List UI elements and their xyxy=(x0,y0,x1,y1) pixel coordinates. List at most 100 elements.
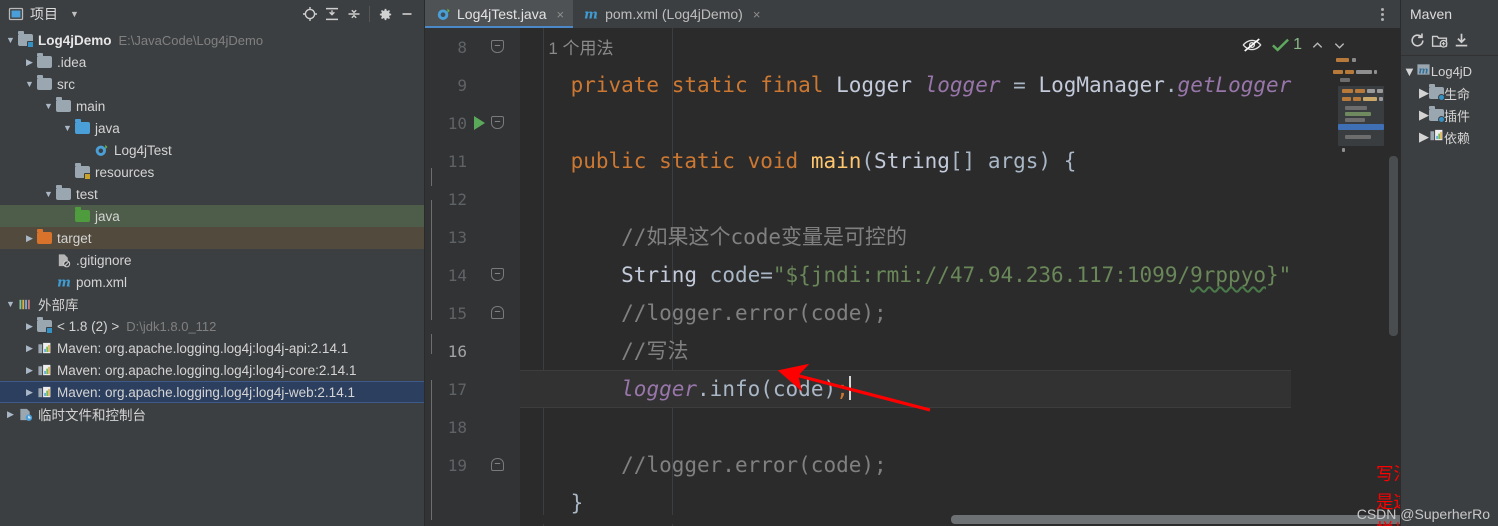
chevron-right-icon[interactable]: ▶ xyxy=(23,233,36,243)
tree-node[interactable]: ▼ main xyxy=(0,95,424,117)
tree-node[interactable]: ▶ .idea xyxy=(0,51,424,73)
code-editor[interactable]: 1 个用法 private static final Logger logger… xyxy=(520,28,1400,526)
folder-source-icon xyxy=(74,119,91,136)
chevron-down-icon[interactable]: ▼ xyxy=(1403,64,1416,79)
fold-marker-icon[interactable]: − xyxy=(491,306,505,320)
tree-node[interactable]: ▶ Maven: org.apache.logging.log4j:log4j-c… xyxy=(0,359,424,381)
close-icon[interactable]: × xyxy=(753,7,761,22)
tree-node[interactable]: m pom.xml xyxy=(0,271,424,293)
code-line-12: //如果这个code变量是可控的 xyxy=(621,225,908,249)
chevron-right-icon[interactable]: ▶ xyxy=(23,387,36,397)
vertical-scrollbar[interactable] xyxy=(1389,156,1398,336)
close-icon[interactable]: × xyxy=(557,7,565,22)
tree-node[interactable]: ▶ 临时文件和控制台 xyxy=(0,403,424,425)
chevron-down-icon[interactable]: ▼ xyxy=(61,123,74,133)
editor-gutter[interactable]: 8−9 10−11 12 13 14−15−16 17 18 19− xyxy=(425,28,520,526)
maven-tree-node[interactable]: ▼ m Log4jD xyxy=(1401,60,1498,82)
code-line-8: private static final Logger logger = Log… xyxy=(570,73,1292,97)
locate-icon[interactable] xyxy=(299,3,321,25)
tree-node[interactable]: java xyxy=(0,205,424,227)
library-icon xyxy=(36,384,53,400)
inspections-ok-badge[interactable]: 1 xyxy=(1271,36,1302,54)
minimize-icon[interactable] xyxy=(396,3,418,25)
chevron-right-icon[interactable]: ▶ xyxy=(4,409,17,419)
maven-tree-label: 插件 xyxy=(1444,108,1471,124)
editor-tab-log4jtest[interactable]: Log4jTest.java × xyxy=(425,0,574,28)
refresh-icon[interactable] xyxy=(1409,32,1426,52)
code-line-10: public static void main(String[] args) { xyxy=(570,149,1077,173)
chevron-right-icon[interactable]: ▶ xyxy=(23,365,36,375)
tree-node-label: .idea xyxy=(57,54,87,70)
maven-tree-node[interactable]: ▶ 依赖 xyxy=(1401,126,1498,148)
chevron-right-icon[interactable]: ▶ xyxy=(1419,85,1429,101)
chevron-right-icon[interactable]: ▶ xyxy=(1419,107,1429,123)
chevron-down-icon[interactable] xyxy=(1333,39,1346,52)
chevron-down-icon[interactable]: ▼ xyxy=(70,9,79,19)
tree-node[interactable]: .gitignore xyxy=(0,249,424,271)
fold-marker-icon[interactable]: − xyxy=(491,116,505,130)
tree-node[interactable]: ▼ java xyxy=(0,117,424,139)
fold-marker-icon[interactable]: − xyxy=(491,40,505,54)
tree-node-label: test xyxy=(76,186,98,202)
horizontal-scrollbar[interactable] xyxy=(521,515,1400,524)
lifecycle-folder-icon xyxy=(1429,84,1445,101)
tree-node-label: resources xyxy=(95,164,155,180)
run-main-icon[interactable] xyxy=(474,116,485,130)
tree-node-path: E:\JavaCode\Log4jDemo xyxy=(118,32,264,48)
fold-marker-icon[interactable]: − xyxy=(491,268,505,282)
expand-all-icon[interactable] xyxy=(321,3,343,25)
chevron-right-icon[interactable]: ▶ xyxy=(23,321,36,331)
editor-minimap[interactable] xyxy=(1332,56,1388,152)
tree-node[interactable]: ▶ Maven: org.apache.logging.log4j:log4j-w… xyxy=(0,381,424,403)
chevron-down-icon[interactable]: ▼ xyxy=(4,35,17,45)
tree-node[interactable]: ▼ src xyxy=(0,73,424,95)
tree-node[interactable]: ▶ < 1.8 (2) > D:\jdk1.8.0_112 xyxy=(0,315,424,337)
tree-node-label: java xyxy=(95,208,120,224)
code-line-14: //logger.error(code); xyxy=(621,301,887,325)
tree-node[interactable]: Log4jTest xyxy=(0,139,424,161)
gutter-line: 10 − xyxy=(425,104,520,142)
chevron-right-icon[interactable]: ▶ xyxy=(23,343,36,353)
jdk-icon xyxy=(36,317,53,334)
download-sources-icon[interactable] xyxy=(1453,32,1470,52)
fold-marker-icon[interactable]: − xyxy=(491,458,505,472)
maven-tree[interactable]: ▼ m Log4jD ▶ 生命 ▶ 插件 ▶ 依赖 xyxy=(1401,56,1498,148)
gutter-line: 9 xyxy=(425,66,520,104)
chevron-right-icon[interactable]: ▶ xyxy=(23,57,36,67)
eye-off-icon[interactable] xyxy=(1242,37,1262,53)
chevron-right-icon[interactable]: ▶ xyxy=(1419,129,1429,145)
line-number: 10 xyxy=(447,113,467,133)
tree-node[interactable]: ▶ target xyxy=(0,227,424,249)
library-icon xyxy=(36,340,53,356)
chevron-down-icon[interactable]: ▼ xyxy=(4,299,17,309)
tree-node[interactable]: ▼ test xyxy=(0,183,424,205)
tree-node[interactable]: ▼ 外部库 xyxy=(0,293,424,315)
tree-node-label: Log4jDemo xyxy=(38,32,112,48)
chevron-up-icon[interactable] xyxy=(1311,39,1324,52)
editor-tab-pomxml[interactable]: m pom.xml (Log4jDemo) × xyxy=(573,0,769,28)
collapse-all-icon[interactable] xyxy=(343,3,365,25)
chevron-down-icon[interactable]: ▼ xyxy=(42,189,55,199)
idea-window: 项目 ▼ ▼ Log4jDemo E:\JavaCode\Log4jDemo ▶ .id… xyxy=(0,0,1498,526)
tree-node-label: .gitignore xyxy=(76,252,132,268)
project-tree[interactable]: ▼ Log4jDemo E:\JavaCode\Log4jDemo ▶ .idea ▼ sr… xyxy=(0,28,424,526)
tree-node[interactable]: resources xyxy=(0,161,424,183)
more-options-icon[interactable] xyxy=(1372,4,1392,24)
code-line-16: logger.info(code); xyxy=(520,370,1292,408)
tree-node[interactable]: ▶ Maven: org.apache.logging.log4j:log4j-a… xyxy=(0,337,424,359)
tree-node-label: Log4jTest xyxy=(114,142,172,158)
maven-tree-node[interactable]: ▶ 生命 xyxy=(1401,82,1498,104)
chevron-down-icon[interactable]: ▼ xyxy=(42,101,55,111)
gutter-line: 19− xyxy=(425,446,520,484)
tree-node[interactable]: ▼ Log4jDemo E:\JavaCode\Log4jDemo xyxy=(0,29,424,51)
gear-icon[interactable] xyxy=(374,3,396,25)
maven-tree-node[interactable]: ▶ 插件 xyxy=(1401,104,1498,126)
inspection-count: 1 xyxy=(1293,36,1302,53)
chevron-down-icon[interactable]: ▼ xyxy=(23,79,36,89)
folder-gray-icon xyxy=(36,53,53,70)
project-panel-header: 项目 ▼ xyxy=(0,0,424,28)
add-maven-project-icon[interactable] xyxy=(1431,32,1448,52)
